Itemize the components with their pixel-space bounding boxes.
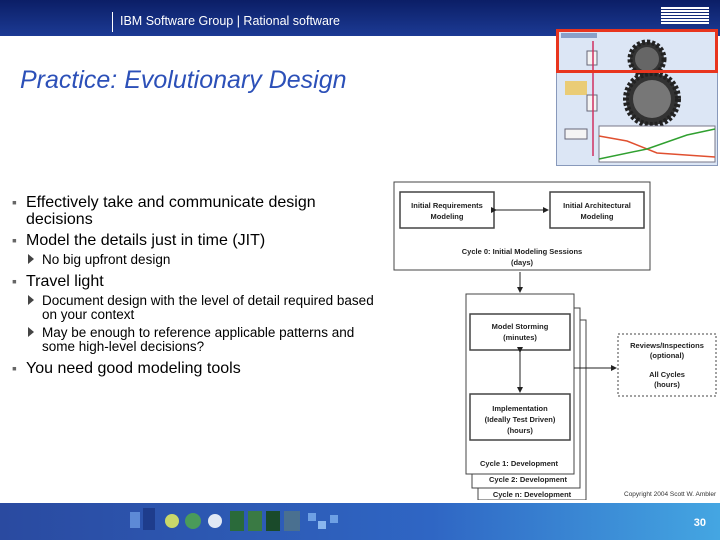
sub-bullet-item: May be enough to reference applicable pa… bbox=[10, 326, 380, 354]
implementation-tdd-label: (Ideally Test Driven) bbox=[485, 415, 556, 424]
footer-bar: 30 bbox=[0, 503, 720, 540]
sub-bullet-item: No big upfront design bbox=[10, 253, 380, 267]
highlight-box bbox=[556, 29, 718, 73]
header-divider bbox=[112, 12, 113, 32]
arrow-right-icon bbox=[28, 327, 34, 337]
reviews-optional-label: (optional) bbox=[650, 351, 685, 360]
initial-requirements-label-2: Modeling bbox=[431, 212, 464, 221]
initial-architectural-label: Initial Architectural bbox=[563, 201, 631, 210]
bullet-item: Effectively take and communicate design … bbox=[10, 194, 380, 228]
ibm-logo-icon bbox=[661, 7, 709, 27]
bullet-item: Travel light bbox=[10, 273, 380, 290]
bullet-item: Model the details just in time (JIT) bbox=[10, 232, 380, 249]
cycle0-label: Cycle 0: Initial Modeling Sessions bbox=[462, 247, 582, 256]
slide-title: Practice: Evolutionary Design bbox=[20, 66, 347, 94]
bullet-list: Effectively take and communicate design … bbox=[10, 194, 380, 381]
arrow-right-icon bbox=[28, 295, 34, 305]
reviews-label: Reviews/Inspections bbox=[630, 341, 704, 350]
header-text: IBM Software Group | Rational software bbox=[120, 14, 341, 28]
page-number: 30 bbox=[693, 517, 706, 529]
arrow-right-icon bbox=[28, 254, 34, 264]
footer-decoration-image bbox=[130, 508, 338, 531]
implementation-label: Implementation bbox=[492, 404, 548, 413]
model-storming-minutes-label: (minutes) bbox=[503, 333, 537, 342]
model-storming-label: Model Storming bbox=[492, 322, 549, 331]
copyright-text: Copyright 2004 Scott W. Ambler bbox=[624, 491, 717, 498]
initial-architectural-label-2: Modeling bbox=[581, 212, 614, 221]
implementation-hours-label: (hours) bbox=[507, 426, 533, 435]
cycle1-label: Cycle 1: Development bbox=[480, 459, 558, 468]
cyclen-label: Cycle n: Development bbox=[493, 490, 572, 499]
bullet-item: You need good modeling tools bbox=[10, 360, 380, 377]
modeling-cycle-diagram: Initial Requirements Modeling Initial Ar… bbox=[393, 181, 717, 500]
gear-large-icon bbox=[623, 70, 681, 128]
initial-requirements-label: Initial Requirements bbox=[411, 201, 483, 210]
sub-bullet-item: Document design with the level of detail… bbox=[10, 294, 380, 322]
cycle0-days-label: (days) bbox=[511, 258, 534, 267]
all-cycles-hours-label: (hours) bbox=[654, 380, 680, 389]
all-cycles-label: All Cycles bbox=[649, 370, 685, 379]
cycle2-label: Cycle 2: Development bbox=[489, 475, 567, 484]
